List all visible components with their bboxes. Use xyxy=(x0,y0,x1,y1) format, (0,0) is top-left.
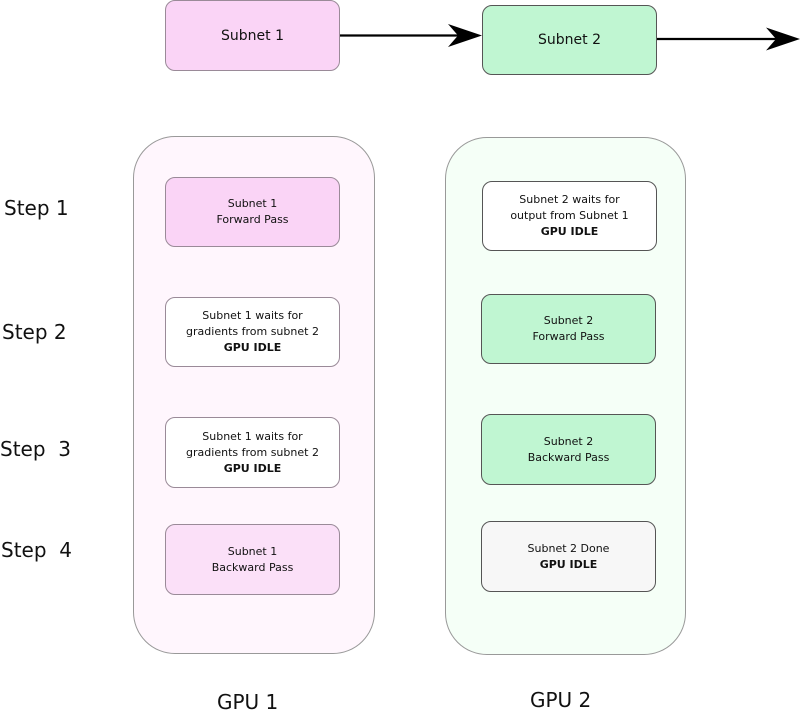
step-4-label: Step 4 xyxy=(1,538,72,562)
gpu2-step1-box: Subnet 2 waits for output from Subnet 1 … xyxy=(482,181,657,251)
box-line: gradients from subnet 2 xyxy=(186,325,319,338)
pipeline-arrows xyxy=(340,24,800,51)
box-line: output from Subnet 1 xyxy=(510,209,629,222)
arrow-subnet1-to-subnet2 xyxy=(340,24,482,47)
gpu1-step3-box: Subnet 1 waits for gradients from subnet… xyxy=(165,417,340,488)
box-line: Subnet 1 xyxy=(227,197,278,210)
gpu-idle-label: GPU IDLE xyxy=(223,461,282,475)
box-line: Subnet 1 xyxy=(227,544,278,558)
step-2-label: Step 2 xyxy=(2,320,67,344)
box-line: gradients from subnet 2 xyxy=(186,445,319,459)
gpu2-step4-box: Subnet 2 Done GPU IDLE xyxy=(481,521,656,592)
gpu-idle-label: GPU IDLE xyxy=(540,225,599,238)
gpu1-step1-box: Subnet 1 Forward Pass xyxy=(165,177,340,247)
gpu2-step3-box: Subnet 2 Backward Pass xyxy=(481,414,656,485)
gpu-idle-label: GPU IDLE xyxy=(539,557,598,571)
box-line: Subnet 2 xyxy=(543,314,594,327)
box-line: Subnet 1 waits for xyxy=(202,429,303,443)
step-1-label: Step 1 xyxy=(4,196,69,220)
gpu2-label: GPU 2 xyxy=(530,688,592,712)
gpu-idle-label: GPU IDLE xyxy=(223,341,282,354)
gpu1-step2-box: Subnet 1 waits for gradients from subnet… xyxy=(165,297,340,367)
box-line: Forward Pass xyxy=(216,213,289,226)
gpu1-label: GPU 1 xyxy=(217,690,279,714)
arrow-subnet2-output xyxy=(657,27,800,51)
box-line: Forward Pass xyxy=(532,330,605,343)
box-line: Subnet 1 waits for xyxy=(202,309,303,322)
step-3-label: Step 3 xyxy=(0,437,71,461)
box-line: Backward Pass xyxy=(211,560,294,574)
gpu2-step2-box: Subnet 2 Forward Pass xyxy=(481,294,656,364)
box-line: Subnet 2 waits for xyxy=(519,193,620,206)
box-line: Subnet 2 xyxy=(543,434,594,448)
gpu1-step4-box: Subnet 1 Backward Pass xyxy=(165,524,340,595)
box-line: Subnet 2 Done xyxy=(527,541,610,555)
box-line: Backward Pass xyxy=(527,450,610,464)
